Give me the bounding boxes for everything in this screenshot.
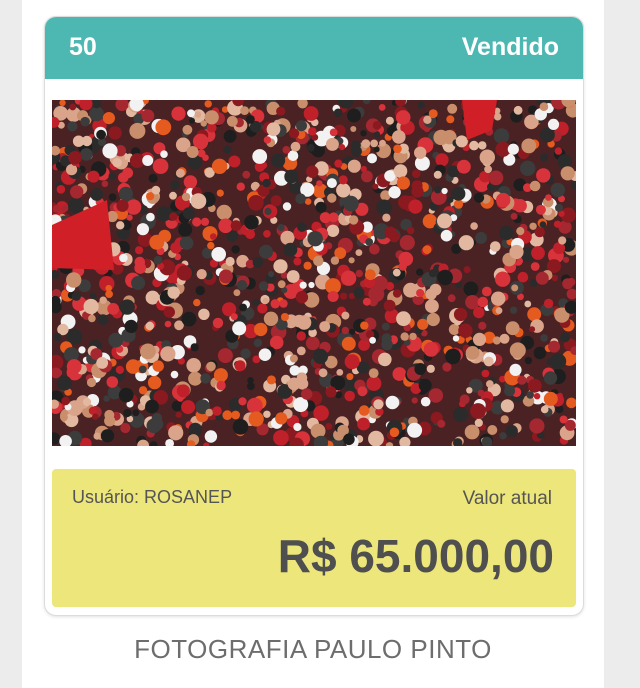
lot-number: 50 xyxy=(69,33,97,61)
user-name: ROSANEP xyxy=(144,487,233,507)
sold-status: Vendido xyxy=(461,33,559,61)
auction-lot-card[interactable]: 50 Vendido Usuário: ROSANEP Valor atual … xyxy=(44,16,584,616)
current-value-label: Valor atual xyxy=(462,488,552,509)
lot-header: 50 Vendido xyxy=(45,17,583,79)
bid-info-box: Usuário: ROSANEP Valor atual R$ 65.000,0… xyxy=(52,469,576,607)
current-price: R$ 65.000,00 xyxy=(277,530,554,582)
crowd-photo[interactable] xyxy=(52,100,576,446)
user-label: Usuário: xyxy=(72,487,140,507)
user-line: Usuário: ROSANEP xyxy=(72,487,232,508)
photo-credit: FOTOGRAFIA PAULO PINTO xyxy=(134,634,492,664)
crowd-image xyxy=(52,100,576,446)
